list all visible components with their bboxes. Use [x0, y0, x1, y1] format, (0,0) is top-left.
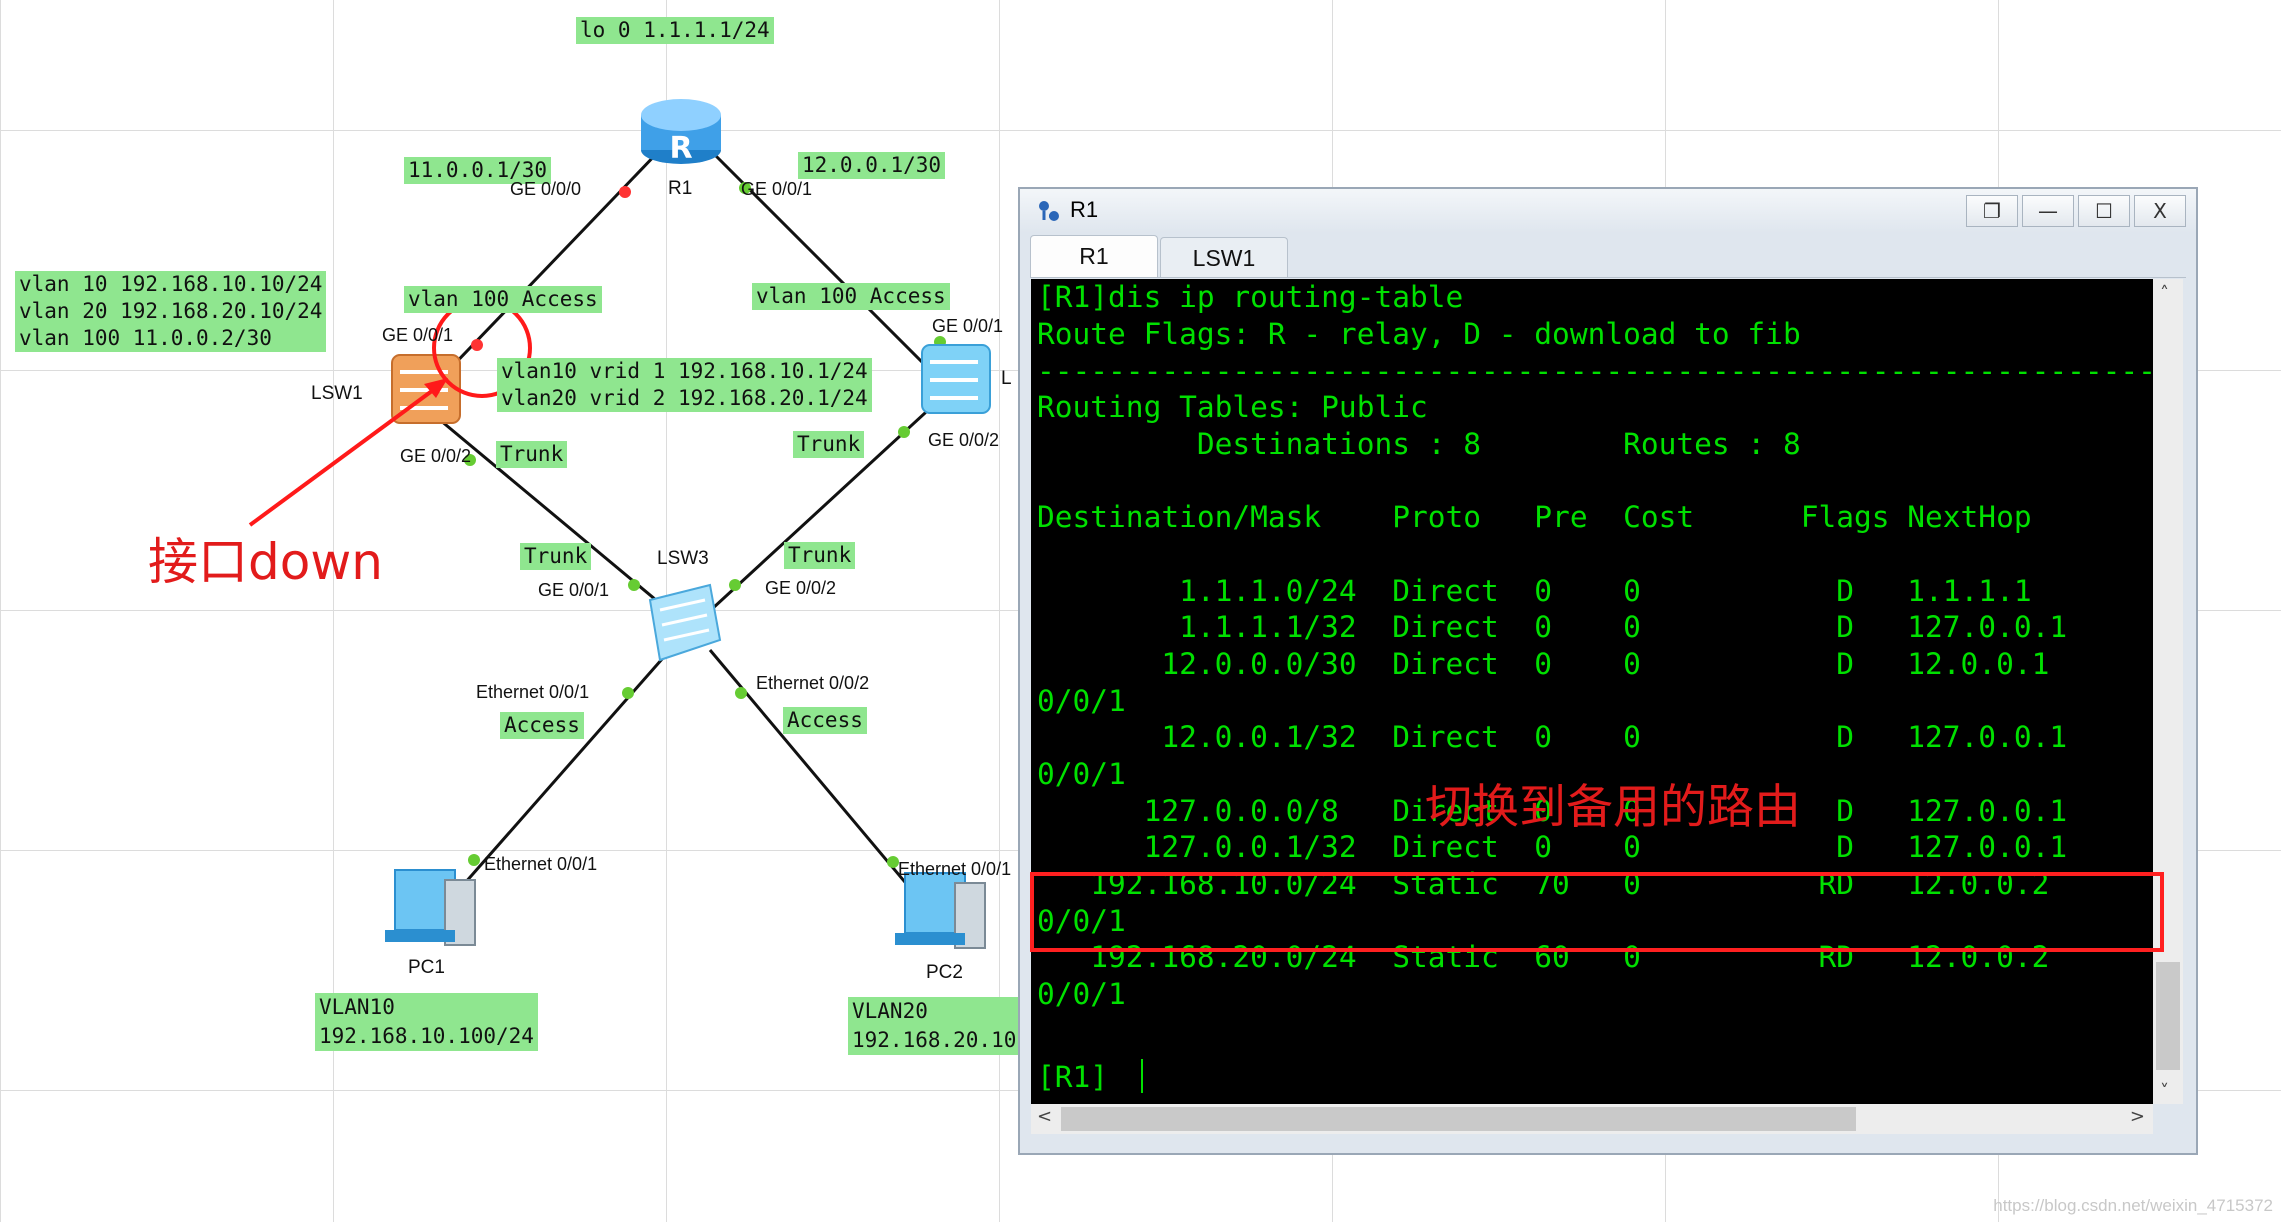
port-lsw1-ge001: GE 0/0/1: [382, 325, 454, 345]
watermark: https://blog.csdn.net/weixin_4715372: [1993, 1196, 2273, 1215]
port-r1-ge001: GE 0/0/1: [741, 179, 813, 199]
device-name-pc2: PC2: [926, 962, 963, 983]
port-lsw3-eth001: Ethernet 0/0/1: [476, 682, 590, 702]
label-access-left: Access: [500, 712, 584, 739]
horizontal-scroll-thumb[interactable]: [1061, 1107, 1856, 1131]
label-pc2-info: VLAN20 192.168.20.10: [848, 997, 1021, 1055]
terminal-prompt: [R1]: [1037, 1060, 1109, 1094]
tab-bar: R1 LSW1: [1030, 235, 2186, 278]
terminal-window: R1 ❐ — ☐ X R1 LSW1 [R1]dis ip routing-ta…: [1018, 187, 2198, 1155]
backup-route-highlight: [1030, 872, 2164, 952]
annotation-interface-down: 接口down: [148, 533, 383, 591]
maximize-button[interactable]: ☐: [2078, 195, 2130, 227]
device-name-lsw3: LSW3: [657, 548, 709, 569]
port-lsw3-ge002: GE 0/0/2: [765, 578, 837, 598]
terminal-line: [R1]dis ip routing-table: [1037, 280, 1464, 314]
label-trunk-lsw1: Trunk: [496, 441, 568, 468]
window-titlebar[interactable]: R1 ❐ — ☐ X: [1020, 189, 2196, 233]
label-lsw1-vlans: vlan 10 192.168.10.10/24 vlan 20 192.168.…: [15, 271, 327, 352]
router-icon: R: [641, 99, 721, 166]
label-lsw1-access: vlan 100 Access: [404, 286, 602, 313]
terminal-line: 0/0/1: [1037, 684, 1126, 718]
svg-text:R: R: [669, 131, 692, 166]
port-lsw3-ge001: GE 0/0/1: [538, 580, 610, 600]
label-r1-right-ip: 12.0.0.1/30: [798, 152, 946, 179]
port-pc1-eth: Ethernet 0/0/1: [484, 854, 598, 874]
port-lsw2-ge002: GE 0/0/2: [928, 430, 1000, 450]
terminal-output[interactable]: [R1]dis ip routing-table Route Flags: R …: [1031, 279, 2183, 1104]
port-dot-lsw3-eth001: [622, 687, 634, 699]
port-dot-lsw1-ge001: [471, 339, 483, 351]
tab-r1[interactable]: R1: [1030, 235, 1158, 277]
close-button[interactable]: X: [2134, 195, 2186, 227]
annotation-switch-route: 切换到备用的路由: [1425, 780, 1801, 835]
pc1-icon: [385, 869, 476, 946]
terminal-line: Destination/Mask Proto Pre Cost Flags Ne…: [1037, 500, 2032, 534]
terminal-line: 12.0.0.1/32 Direct 0 0 D 127.0.0.1: [1037, 720, 2068, 754]
window-title: R1: [1070, 197, 1099, 222]
terminal-line: 0/0/1: [1037, 757, 1126, 791]
port-lsw1-ge002: GE 0/0/2: [400, 446, 472, 466]
port-dot-lsw2-ge002: [898, 426, 910, 438]
label-pc1-info: VLAN10 192.168.10.100/24: [315, 993, 538, 1051]
app-icon: [1039, 201, 1059, 221]
port-dot-lsw3-ge002: [729, 579, 741, 591]
label-trunk-lsw2: Trunk: [793, 431, 865, 458]
terminal-cursor: [1141, 1059, 1143, 1093]
minimize-button[interactable]: —: [2022, 195, 2074, 227]
pc2-icon: [895, 872, 986, 949]
terminal-line: 12.0.0.0/30 Direct 0 0 D 12.0.0.1: [1037, 647, 2050, 681]
device-name-pc1: PC1: [408, 957, 445, 978]
switch-lsw3-icon: [648, 583, 722, 662]
port-lsw3-eth002: Ethernet 0/0/2: [756, 673, 870, 693]
port-dot-pc1-eth: [468, 854, 480, 866]
port-dot-lsw3-eth002: [735, 687, 747, 699]
terminal-line: 1.1.1.0/24 Direct 0 0 D 1.1.1.1: [1037, 574, 2032, 608]
port-dot-r1-ge000: [619, 186, 631, 198]
port-lsw2-ge001: GE 0/0/1: [932, 316, 1004, 336]
label-lsw2-access: vlan 100 Access: [752, 283, 950, 310]
label-trunk-lsw3-right: Trunk: [784, 542, 856, 569]
label-vrid: vlan10 vrid 1 192.168.10.1/24 vlan20 vrid…: [497, 358, 872, 412]
scroll-down-icon[interactable]: ˅: [2160, 1081, 2169, 1102]
scroll-left-icon[interactable]: <: [1037, 1106, 1052, 1127]
device-name-r1: R1: [668, 178, 693, 199]
port-pc2-eth: Ethernet 0/0/1: [898, 859, 1012, 879]
device-name-lsw1: LSW1: [311, 383, 363, 404]
label-lo0: lo 0 1.1.1.1/24: [576, 17, 774, 44]
vertical-scroll-thumb[interactable]: [2156, 962, 2180, 1070]
tab-lsw1[interactable]: LSW1: [1160, 237, 1288, 277]
port-dot-lsw3-ge001: [628, 579, 640, 591]
vertical-scrollbar[interactable]: ˄ ˅: [2153, 279, 2183, 1104]
terminal-line: Routing Tables: Public: [1037, 390, 1428, 424]
device-name-lsw2: L: [1001, 368, 1012, 389]
terminal-line: ----------------------------------------…: [1037, 354, 2183, 388]
scroll-right-icon[interactable]: >: [2130, 1106, 2145, 1127]
label-access-right: Access: [783, 707, 867, 734]
horizontal-scrollbar[interactable]: < >: [1031, 1104, 2153, 1134]
terminal-line: Route Flags: R - relay, D - download to …: [1037, 317, 1801, 351]
terminal-line: 1.1.1.1/32 Direct 0 0 D 127.0.0.1: [1037, 610, 2068, 644]
switch-lsw2-icon: [921, 344, 991, 414]
restore-button[interactable]: ❐: [1966, 195, 2018, 227]
port-r1-ge000: GE 0/0/0: [510, 179, 582, 199]
terminal-line: 0/0/1: [1037, 977, 1126, 1011]
label-trunk-lsw3-left: Trunk: [520, 543, 592, 570]
scroll-up-icon[interactable]: ˄: [2160, 283, 2169, 304]
terminal-line: Destinations : 8 Routes : 8: [1037, 427, 1801, 461]
